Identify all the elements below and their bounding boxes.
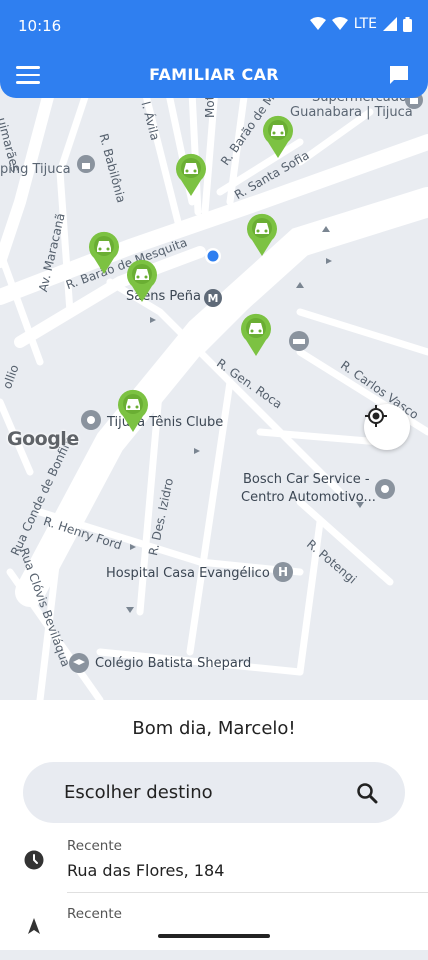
car-pin[interactable] <box>245 212 279 256</box>
status-icons: LTE <box>309 16 412 32</box>
my-location-icon <box>365 405 387 427</box>
recent-address: Rua das Flores, 184 <box>67 861 225 880</box>
search-icon <box>357 783 378 804</box>
map-label-bosch-2: Centro Automotivo... <box>241 490 376 505</box>
destination-search-label: Escolher destino <box>64 782 213 803</box>
network-type: LTE <box>353 16 377 32</box>
wifi-icon <box>309 17 326 30</box>
greeting-text: Bom dia, Marcelo! <box>132 718 296 739</box>
car-pin[interactable] <box>174 152 208 196</box>
recent-destination-item[interactable]: Recente Rua das Flores, 184 <box>0 830 428 892</box>
cell-signal-icon <box>383 17 397 31</box>
map-view[interactable]: ping Tijuca Supermercados Guanabara | Ti… <box>0 52 428 700</box>
school-icon <box>69 653 89 673</box>
status-time: 10:16 <box>18 17 62 35</box>
my-location-button[interactable] <box>364 404 410 450</box>
signal-wifi-icon <box>331 17 348 30</box>
list-divider <box>67 892 428 893</box>
recent-destination-item[interactable]: Recente <box>0 898 428 960</box>
svg-text:M: M <box>208 292 219 305</box>
recent-label: Recente <box>67 906 122 922</box>
battery-icon <box>403 16 412 32</box>
svg-text:H: H <box>278 565 288 579</box>
car-pin[interactable] <box>239 312 273 356</box>
car-pin[interactable] <box>261 114 295 158</box>
place-icon <box>81 410 101 430</box>
clock-icon <box>24 850 44 870</box>
shopping-icon <box>77 155 95 173</box>
google-logo: Google <box>7 428 79 450</box>
chat-icon[interactable] <box>388 64 410 86</box>
map-label-hospital: Hospital Casa Evangélico <box>106 566 270 581</box>
car-pin[interactable] <box>116 388 150 432</box>
hospital-icon: H <box>273 562 293 582</box>
metro-icon: M <box>204 289 222 307</box>
destination-search-button[interactable]: Escolher destino <box>23 762 405 823</box>
status-bar: 10:16 LTE <box>0 0 428 52</box>
map-label-colegio: Colégio Batista Shepard <box>95 656 252 671</box>
navigation-icon <box>28 918 40 934</box>
recent-label: Recente <box>67 838 122 854</box>
hotel-icon <box>289 331 309 351</box>
map-label-guanabara: Guanabara | Tijuca <box>290 105 413 120</box>
gesture-nav-bar[interactable] <box>158 934 270 938</box>
app-title: FAMILIAR CAR <box>149 65 279 84</box>
app-bar: FAMILIAR CAR <box>0 52 428 98</box>
car-service-icon <box>375 479 395 499</box>
car-pin[interactable] <box>87 230 121 274</box>
map-label-bosch-1: Bosch Car Service - <box>243 472 370 487</box>
car-pin[interactable] <box>125 258 159 302</box>
